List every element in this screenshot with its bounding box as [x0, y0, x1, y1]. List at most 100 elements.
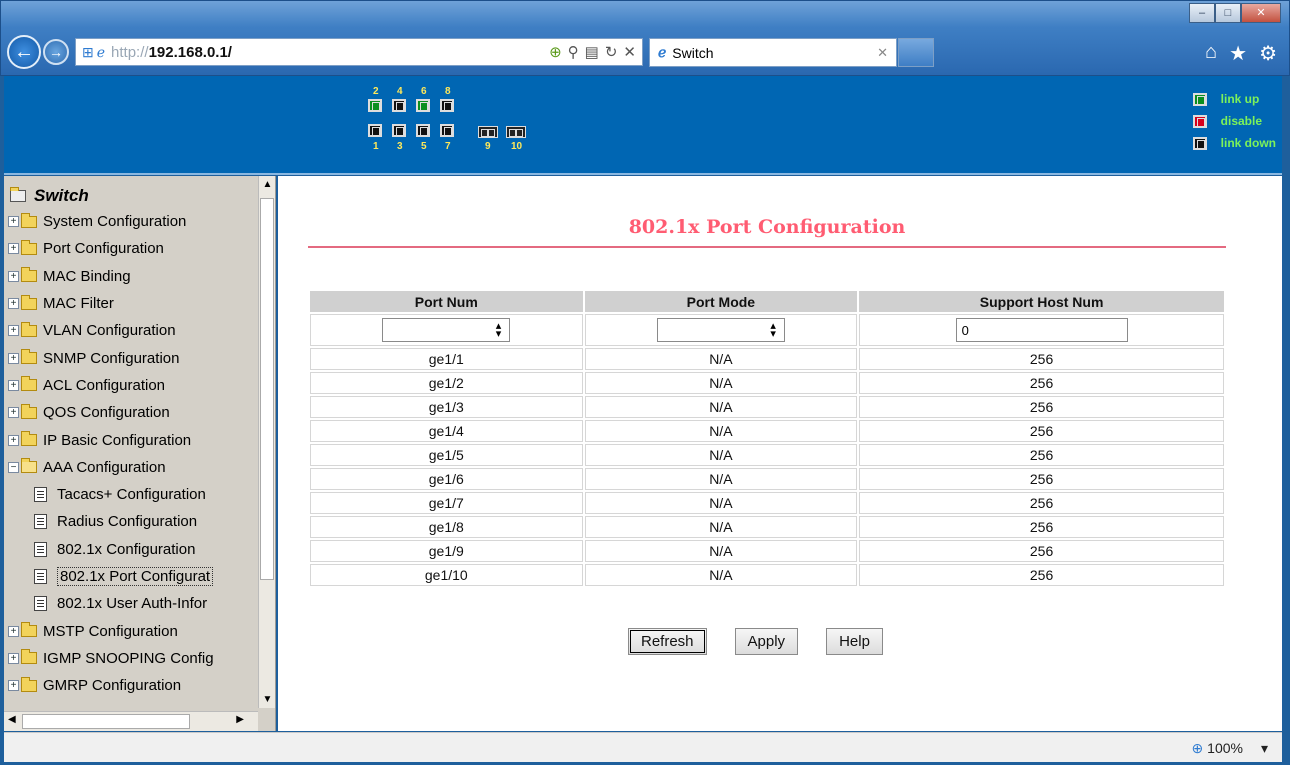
sidebar-item-label: MAC Binding — [43, 267, 131, 285]
port-number-label: 2 — [373, 86, 379, 97]
port-number-label: 3 — [397, 141, 403, 152]
sidebar-item-label: Radius Configuration — [57, 513, 198, 531]
expand-icon[interactable]: + — [8, 243, 19, 255]
expand-icon[interactable]: + — [8, 680, 19, 692]
expand-icon[interactable]: + — [8, 298, 19, 310]
sidebar-item-mac-binding[interactable]: + MAC Binding — [4, 263, 258, 290]
link-up-icon — [1192, 92, 1207, 106]
stop-icon[interactable]: ✕ — [623, 43, 636, 61]
close-window-button[interactable]: ✕ — [1241, 3, 1281, 23]
tab-close-icon[interactable]: ✕ — [877, 45, 888, 61]
sidebar-item-radius-configuration[interactable]: Radius Configuration — [4, 508, 258, 535]
help-button[interactable]: Help — [826, 628, 883, 655]
zoom-level: 100% — [1207, 740, 1243, 756]
sidebar-item-mstp-configuration[interactable]: + MSTP Configuration — [4, 617, 258, 644]
port-8-down-icon[interactable] — [440, 99, 454, 112]
sidebar-item-igmp-snooping-config[interactable]: + IGMP SNOOPING Config — [4, 645, 258, 672]
port-number-label: 8 — [445, 86, 451, 97]
table-row: ge1/2 N/A 256 — [310, 372, 1224, 394]
sidebar-item-system-configuration[interactable]: + System Configuration — [4, 208, 258, 235]
sidebar-item-8021x-port-configuration[interactable]: 802.1x Port Configurat — [4, 563, 258, 590]
sidebar-item-label: MSTP Configuration — [43, 622, 178, 640]
refresh-icon[interactable]: ↻ — [605, 43, 618, 61]
port-num-select[interactable]: ▴ ▾ — [382, 318, 511, 342]
port-7-down-icon[interactable] — [440, 124, 454, 137]
address-bar[interactable]: ⊞ ℯ http:// 192.168.0.1/ ⊕ ⚲ ▤ ↻ ✕ — [75, 38, 643, 66]
add-site-icon[interactable]: ⊕ — [549, 43, 562, 61]
search-icon[interactable]: ⚲ — [568, 43, 579, 61]
new-tab-button[interactable] — [898, 38, 934, 67]
sidebar-item-tacacs-configuration[interactable]: Tacacs+ Configuration — [4, 481, 258, 508]
expand-icon[interactable]: + — [8, 270, 19, 282]
sidebar-item-gmrp-configuration[interactable]: + GMRP Configuration — [4, 672, 258, 699]
port-5-down-icon[interactable] — [416, 124, 430, 137]
expand-icon[interactable]: + — [8, 625, 19, 637]
sidebar-item-label: 802.1x Configuration — [57, 540, 196, 558]
expand-icon[interactable]: + — [8, 407, 19, 419]
sidebar-item-snmp-configuration[interactable]: + SNMP Configuration — [4, 344, 258, 371]
port-1-down-icon[interactable] — [368, 124, 382, 137]
settings-gear-icon[interactable]: ⚙ — [1259, 41, 1277, 66]
expand-icon[interactable]: + — [8, 216, 19, 228]
scroll-right-arrow-icon[interactable]: ▶ — [236, 714, 244, 725]
port-num-cell: ge1/9 — [310, 540, 583, 562]
expand-icon[interactable]: + — [8, 379, 19, 391]
port-10-sfp-icon[interactable] — [506, 126, 526, 138]
port-4-down-icon[interactable] — [392, 99, 406, 112]
scroll-left-arrow-icon[interactable]: ◀ — [8, 714, 16, 725]
port-2-up-icon[interactable] — [368, 99, 382, 112]
document-icon — [34, 569, 47, 584]
sidebar-item-8021x-user-auth-info[interactable]: 802.1x User Auth-Infor — [4, 590, 258, 617]
sidebar-item-label-selected: 802.1x Port Configurat — [57, 567, 214, 586]
favorites-icon[interactable]: ★ — [1229, 41, 1247, 66]
port-3-down-icon[interactable] — [392, 124, 406, 137]
support-host-num-input[interactable] — [955, 318, 1128, 342]
sidebar-item-vlan-configuration[interactable]: + VLAN Configuration — [4, 317, 258, 344]
sidebar-item-label: SNMP Configuration — [43, 349, 180, 367]
sidebar-vertical-scrollbar[interactable]: ▲ ▼ — [258, 176, 275, 708]
scroll-up-arrow-icon[interactable]: ▲ — [259, 176, 276, 193]
port-9-sfp-icon[interactable] — [478, 126, 498, 138]
compatibility-icon[interactable]: ▤ — [585, 43, 599, 61]
sidebar-item-aaa-configuration[interactable]: − AAA Configuration — [4, 454, 258, 481]
port-mode-cell: N/A — [584, 444, 858, 466]
port-number-label: 4 — [397, 86, 403, 97]
expand-icon[interactable]: + — [8, 352, 19, 364]
compat-view-icon[interactable]: ⊞ — [82, 44, 94, 61]
home-icon[interactable]: ⌂ — [1205, 41, 1217, 66]
sidebar-item-acl-configuration[interactable]: + ACL Configuration — [4, 372, 258, 399]
port-mode-select[interactable]: ▴ ▾ — [656, 318, 785, 342]
collapse-icon[interactable]: − — [8, 461, 19, 473]
table-row: ge1/5 N/A 256 — [310, 444, 1224, 466]
back-button[interactable]: ← — [7, 35, 41, 69]
tab-switch[interactable]: ℯ Switch ✕ — [649, 38, 897, 67]
port-num-cell: ge1/10 — [310, 564, 583, 586]
sidebar-item-ip-basic-configuration[interactable]: + IP Basic Configuration — [4, 426, 258, 453]
zoom-control[interactable]: ⊕ 100% ▾ — [1192, 740, 1268, 757]
maximize-button[interactable]: □ — [1215, 3, 1241, 23]
zoom-dropdown-icon[interactable]: ▾ — [1261, 740, 1268, 757]
sidebar-item-mac-filter[interactable]: + MAC Filter — [4, 290, 258, 317]
tree-root-switch[interactable]: Switch — [4, 184, 258, 208]
sidebar-item-8021x-configuration[interactable]: 802.1x Configuration — [4, 536, 258, 563]
forward-button[interactable]: → — [43, 39, 69, 65]
expand-icon[interactable]: + — [8, 325, 19, 337]
sidebar-horizontal-scrollbar[interactable]: ◀ ▶ — [4, 711, 258, 731]
port-6-up-icon[interactable] — [416, 99, 430, 112]
refresh-button[interactable]: Refresh — [628, 628, 707, 655]
document-icon — [34, 541, 47, 557]
expand-icon[interactable]: + — [8, 434, 19, 446]
host-num-cell: 256 — [859, 444, 1224, 466]
open-folder-icon — [21, 458, 37, 474]
scrollbar-thumb[interactable] — [22, 714, 190, 729]
apply-button[interactable]: Apply — [734, 628, 799, 655]
scroll-down-arrow-icon[interactable]: ▼ — [259, 691, 276, 708]
sidebar-item-port-configuration[interactable]: + Port Configuration — [4, 235, 258, 262]
host-num-cell: 256 — [859, 468, 1224, 490]
sidebar-item-qos-configuration[interactable]: + QOS Configuration — [4, 399, 258, 426]
port-number-label: 7 — [445, 141, 451, 152]
minimize-button[interactable]: – — [1189, 3, 1215, 23]
expand-icon[interactable]: + — [8, 652, 19, 664]
sidebar-item-label: AAA Configuration — [43, 458, 166, 476]
scrollbar-thumb[interactable] — [260, 198, 274, 580]
